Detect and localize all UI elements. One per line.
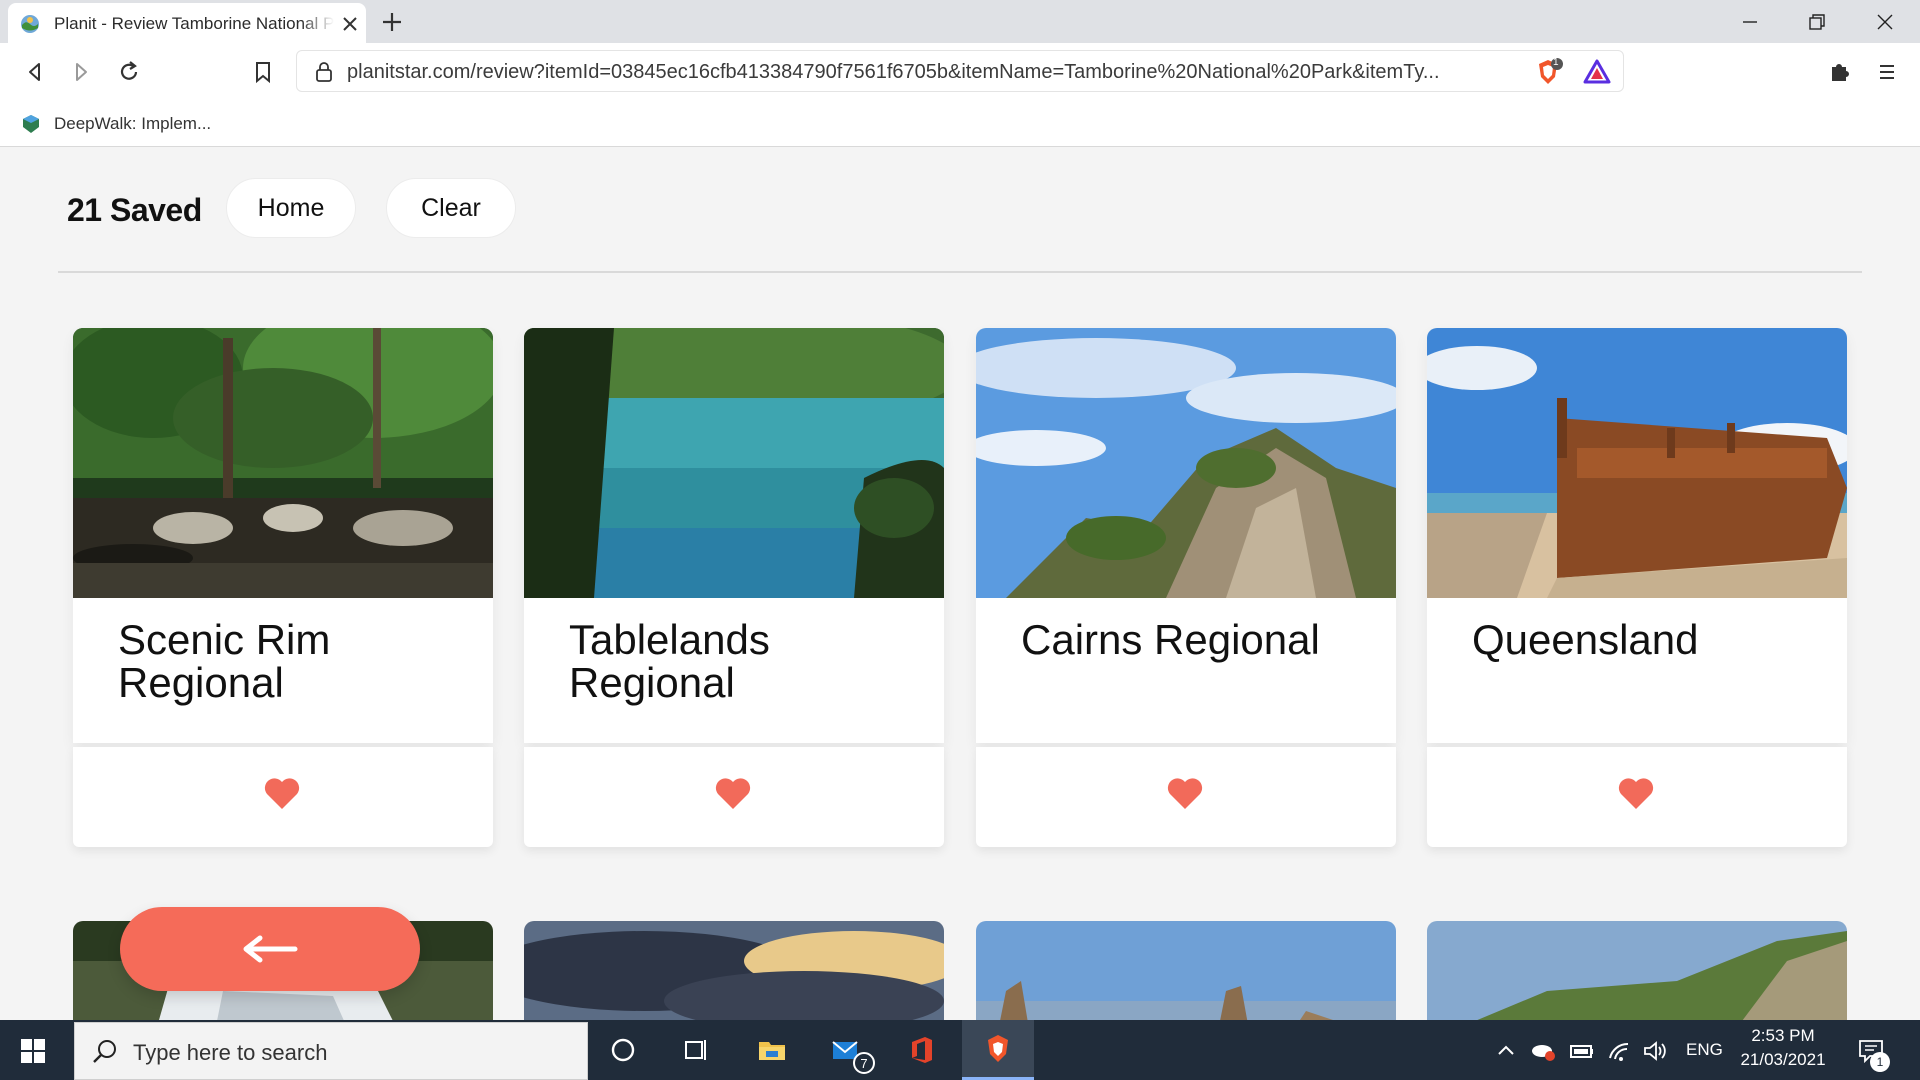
card-body[interactable]: Tablelands Regional bbox=[524, 328, 944, 743]
bookmark-favicon-icon bbox=[23, 115, 39, 133]
card-footer bbox=[1427, 747, 1847, 847]
mail-badge-count: 7 bbox=[860, 1055, 868, 1071]
browser-tab-strip: Planit - Review Tamborine National Park bbox=[0, 0, 1920, 43]
saved-card-partial[interactable] bbox=[524, 921, 944, 1020]
card-image-crater-lake bbox=[524, 328, 944, 598]
clock-date: 21/03/2021 bbox=[1740, 1050, 1826, 1069]
home-button[interactable]: Home bbox=[226, 178, 356, 238]
heart-icon[interactable] bbox=[263, 775, 301, 811]
header-divider bbox=[58, 271, 1862, 273]
heart-icon[interactable] bbox=[714, 775, 752, 811]
search-placeholder: Type here to search bbox=[133, 1040, 328, 1065]
office-icon[interactable] bbox=[906, 1034, 938, 1066]
card-body[interactable]: Scenic Rim Regional bbox=[73, 328, 493, 743]
shields-badge-count: 1 bbox=[1553, 57, 1559, 68]
card-image-cloudy-sunset bbox=[524, 921, 944, 1020]
card-body[interactable]: Queensland bbox=[1427, 328, 1847, 743]
brave-rewards-icon[interactable] bbox=[1582, 57, 1612, 87]
task-view-icon[interactable] bbox=[680, 1034, 712, 1066]
bookmark-label: DeepWalk: Implem... bbox=[54, 114, 212, 133]
taskbar-search-box[interactable]: Type here to search bbox=[74, 1022, 588, 1080]
screen: Planit - Review Tamborine National Park bbox=[0, 0, 1920, 1080]
battery-icon[interactable] bbox=[1569, 1038, 1595, 1064]
mail-badge: 7 bbox=[853, 1052, 875, 1074]
minimize-icon[interactable] bbox=[1736, 8, 1764, 36]
saved-items-page: 21 Saved Home Clear Scenic Rim Regional … bbox=[0, 148, 1920, 1020]
saved-count-heading: 21 Saved bbox=[67, 192, 202, 228]
file-explorer-icon[interactable] bbox=[756, 1034, 788, 1066]
tab-title: Planit - Review Tamborine National Park bbox=[54, 14, 334, 33]
bookmark-icon[interactable] bbox=[248, 57, 278, 87]
search-icon bbox=[93, 1040, 116, 1063]
address-bar[interactable]: planitstar.com/review?itemId=03845ec16cf… bbox=[296, 50, 1624, 92]
brave-taskbar-active[interactable] bbox=[962, 1020, 1034, 1080]
back-icon[interactable] bbox=[20, 57, 50, 87]
extensions-puzzle-icon[interactable] bbox=[1824, 57, 1854, 87]
back-button[interactable] bbox=[120, 907, 420, 991]
close-window-icon[interactable] bbox=[1871, 8, 1899, 36]
card-title: Tablelands Regional bbox=[569, 616, 770, 706]
card-footer bbox=[524, 747, 944, 847]
card-body[interactable]: Cairns Regional bbox=[976, 328, 1396, 743]
restore-window-icon[interactable] bbox=[1803, 8, 1831, 36]
new-tab-plus-icon[interactable] bbox=[380, 10, 404, 34]
bookmarks-bar: DeepWalk: Implem... bbox=[0, 101, 1920, 147]
card-footer bbox=[976, 747, 1396, 847]
saved-card-partial[interactable] bbox=[976, 921, 1396, 1020]
card-footer bbox=[73, 747, 493, 847]
card-image-shipwreck-beach bbox=[1427, 328, 1847, 598]
windows-start-icon[interactable] bbox=[20, 1038, 46, 1064]
card-title: Scenic Rim Regional bbox=[118, 616, 331, 706]
heart-icon[interactable] bbox=[1166, 775, 1204, 811]
reload-icon[interactable] bbox=[114, 57, 144, 87]
language-indicator[interactable]: ENG bbox=[1686, 1040, 1723, 1060]
lock-icon[interactable] bbox=[315, 62, 333, 82]
url-text[interactable]: planitstar.com/review?itemId=03845ec16cf… bbox=[347, 61, 1497, 84]
card-image-rainforest-creek bbox=[73, 328, 493, 598]
menu-hamburger-icon[interactable] bbox=[1872, 57, 1902, 87]
onedrive-icon[interactable] bbox=[1530, 1038, 1556, 1064]
arrow-left-icon bbox=[243, 935, 298, 963]
notification-badge-count: 1 bbox=[1876, 1055, 1884, 1069]
card-title: Cairns Regional bbox=[1021, 616, 1320, 663]
close-tab-icon[interactable] bbox=[339, 13, 361, 35]
chevron-up-icon[interactable] bbox=[1494, 1038, 1518, 1062]
saved-card-partial[interactable] bbox=[1427, 921, 1847, 1020]
planit-favicon-icon bbox=[21, 15, 39, 33]
card-title: Queensland bbox=[1472, 616, 1699, 663]
browser-tab-active[interactable]: Planit - Review Tamborine National Park bbox=[8, 3, 366, 43]
clock[interactable]: 2:53 PM 21/03/2021 bbox=[1728, 1026, 1838, 1070]
windows-taskbar: Type here to search 7 ENG 2:53 PM 21/03/… bbox=[0, 1020, 1920, 1080]
volume-icon[interactable] bbox=[1642, 1038, 1668, 1064]
wifi-icon[interactable] bbox=[1607, 1038, 1633, 1064]
clock-time: 2:53 PM bbox=[1751, 1026, 1815, 1045]
forward-icon[interactable] bbox=[66, 57, 96, 87]
clear-button[interactable]: Clear bbox=[386, 178, 516, 238]
card-image-rocky-cliff bbox=[976, 328, 1396, 598]
cortana-icon[interactable] bbox=[607, 1034, 639, 1066]
bookmark-deepwalk[interactable]: DeepWalk: Implem... bbox=[20, 109, 211, 139]
card-image-rock-pinnacles bbox=[976, 921, 1396, 1020]
browser-toolbar: planitstar.com/review?itemId=03845ec16cf… bbox=[0, 43, 1920, 101]
card-image-mountain-ridge bbox=[1427, 921, 1847, 1020]
notification-badge: 1 bbox=[1870, 1052, 1890, 1072]
brave-browser-icon bbox=[988, 1035, 1008, 1062]
heart-icon[interactable] bbox=[1617, 775, 1655, 811]
